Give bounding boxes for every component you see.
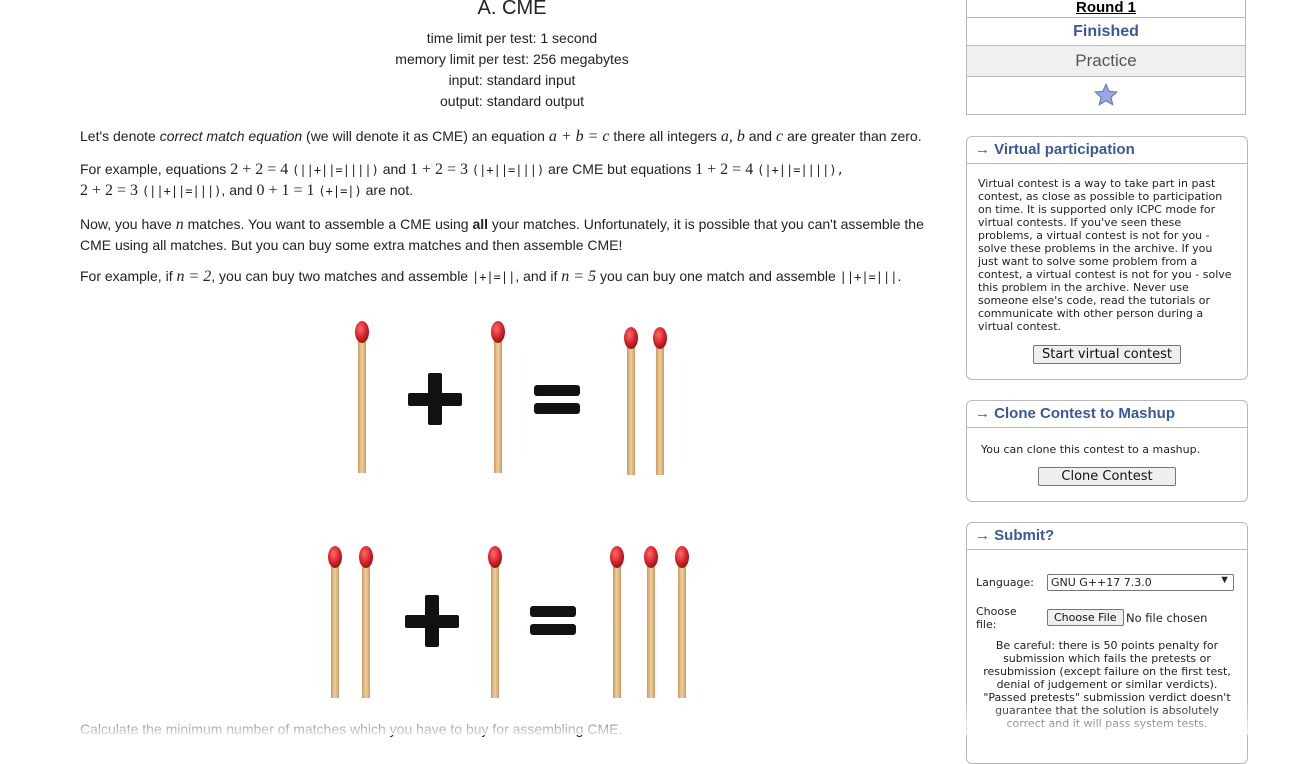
match-icon (359, 546, 373, 698)
practice-label[interactable]: Practice (1075, 51, 1136, 70)
clone-contest-text: You can clone this contest to a mashup. (981, 443, 1201, 456)
paragraph-definition: Let's denote correct match equation (we … (80, 128, 922, 145)
match-icon (610, 546, 624, 698)
clone-contest-title: → Clone Contest to Mashup (975, 405, 1175, 422)
problem-statement: A. CME time limit per test: 1 second mem… (80, 0, 944, 737)
round-box: Round 1 Finished Practice (966, 0, 1246, 115)
choose-file-button[interactable]: Choose File (1047, 609, 1124, 626)
contest-status: Finished (1073, 23, 1139, 40)
clone-contest-box: → Clone Contest to Mashup You can clone … (966, 400, 1248, 502)
match-icon (355, 321, 369, 473)
chevron-down-icon: ▼ (1219, 574, 1230, 586)
output-spec: output: standard output (440, 93, 584, 109)
bottom-fade (0, 705, 1290, 735)
memory-limit: memory limit per test: 256 megabytes (395, 51, 629, 67)
match-icon (644, 546, 658, 698)
plus-icon (408, 373, 462, 425)
time-limit: time limit per test: 1 second (426, 30, 598, 46)
plus-icon (405, 595, 459, 647)
match-icon (488, 546, 502, 698)
match-icon (653, 327, 667, 475)
virtual-participation-text: Virtual contest is a way to take part in… (978, 177, 1232, 333)
input-spec: input: standard input (448, 72, 576, 88)
virtual-participation-title: → Virtual participation (975, 141, 1135, 158)
problem-limits: time limit per test: 1 second memory lim… (80, 28, 944, 112)
paragraph-example-n: For example, if n = 2, you can buy two m… (80, 268, 902, 285)
language-label: Language: (976, 576, 1034, 589)
match-icon (328, 546, 342, 698)
equals-icon (534, 385, 580, 414)
virtual-participation-box: → Virtual participation Virtual contest … (966, 136, 1248, 380)
problem-title: A. CME (477, 0, 547, 19)
start-virtual-contest-button[interactable]: Start virtual contest (1033, 345, 1181, 364)
choose-file-label: Choose file: (976, 605, 1017, 631)
matches-figure-1 (355, 321, 667, 475)
language-select[interactable]: GNU G++17 7.3.0 ▼ (1047, 574, 1234, 591)
paragraph-task: Now, you have n matches. You want to ass… (80, 216, 924, 253)
submit-title: → Submit? (975, 527, 1055, 544)
match-icon (624, 327, 638, 475)
star-icon[interactable] (1093, 82, 1119, 108)
round-link[interactable]: Round 1 (1076, 0, 1136, 16)
file-status: No file chosen (1126, 611, 1208, 625)
matches-figure-2 (328, 546, 689, 698)
equals-icon (530, 606, 576, 635)
clone-contest-button[interactable]: Clone Contest (1038, 467, 1176, 486)
paragraph-examples: For example, equations 2 + 2 = 4 (||+||=… (80, 161, 844, 199)
match-icon (675, 546, 689, 698)
match-icon (491, 321, 505, 473)
